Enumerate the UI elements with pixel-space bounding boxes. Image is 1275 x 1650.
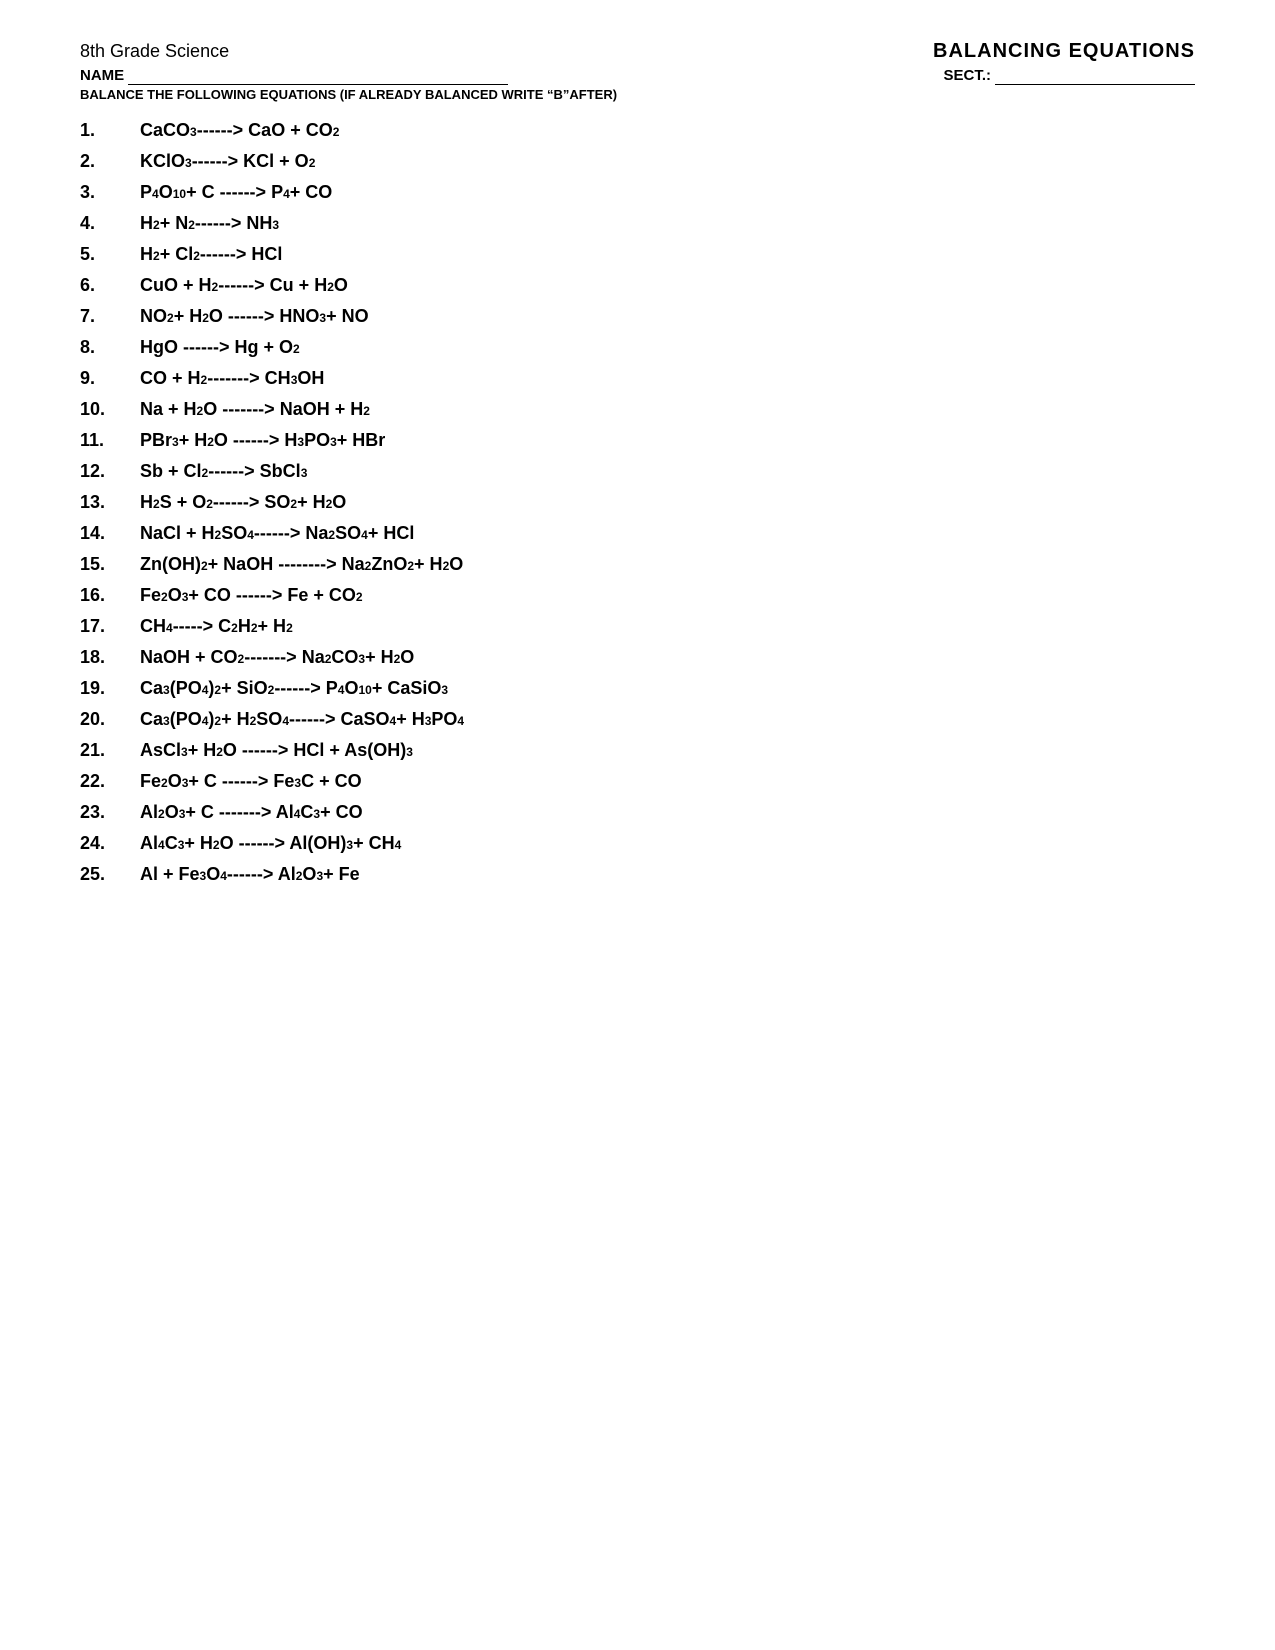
equation-content: AsCl3 + H2O ------> HCl + As(OH)3	[140, 740, 413, 761]
equations-list: 1.CaCO3 ------> CaO + CO22.KClO3 ------>…	[80, 120, 1195, 885]
equation-row: 10.Na + H2O -------> NaOH + H2	[80, 399, 1195, 420]
sect-field: SECT.:	[943, 67, 1195, 85]
equation-content: HgO ------> Hg + O2	[140, 337, 300, 358]
equation-row: 18.NaOH + CO2 -------> Na2CO3 + H2O	[80, 647, 1195, 668]
equation-content: Fe2O3 + C ------> Fe3C + CO	[140, 771, 362, 792]
equation-number: 17.	[80, 616, 140, 637]
equation-row: 4.H2 + N2 ------> NH3	[80, 213, 1195, 234]
equation-number: 18.	[80, 647, 140, 668]
equation-number: 10.	[80, 399, 140, 420]
equation-number: 2.	[80, 151, 140, 172]
equation-content: Al2O3 + C -------> Al4C3 + CO	[140, 802, 363, 823]
equation-content: Ca3(PO4)2 + H2SO4 ------> CaSO4 + H3PO4	[140, 709, 464, 730]
equation-row: 21.AsCl3 + H2O ------> HCl + As(OH)3	[80, 740, 1195, 761]
equation-row: 7.NO2 + H2O ------> HNO3 + NO	[80, 306, 1195, 327]
equation-content: Fe2O3 + CO ------> Fe + CO2	[140, 585, 363, 606]
equation-number: 5.	[80, 244, 140, 265]
equation-row: 2.KClO3 ------> KCl + O2	[80, 151, 1195, 172]
page-title: BALANCING EQUATIONS	[933, 40, 1195, 63]
equation-row: 23.Al2O3 + C -------> Al4C3 + CO	[80, 802, 1195, 823]
equation-row: 15.Zn(OH)2 + NaOH --------> Na2ZnO2 + H2…	[80, 554, 1195, 575]
equation-row: 5.H2 + Cl2 ------> HCl	[80, 244, 1195, 265]
equation-number: 7.	[80, 306, 140, 327]
equation-row: 11.PBr3 + H2O ------> H3PO3 + HBr	[80, 430, 1195, 451]
equation-row: 17.CH4 -----> C2H2 + H2	[80, 616, 1195, 637]
equation-row: 12.Sb + Cl2 ------> SbCl3	[80, 461, 1195, 482]
equation-number: 25.	[80, 864, 140, 885]
instructions-text: BALANCE THE FOLLOWING EQUATIONS (IF ALRE…	[80, 87, 1195, 102]
equation-number: 3.	[80, 182, 140, 203]
equation-content: CaCO3 ------> CaO + CO2	[140, 120, 339, 141]
equation-content: Zn(OH)2 + NaOH --------> Na2ZnO2 + H2O	[140, 554, 463, 575]
equation-number: 19.	[80, 678, 140, 699]
equation-row: 20.Ca3(PO4)2 + H2SO4 ------> CaSO4 + H3P…	[80, 709, 1195, 730]
equation-content: CuO + H2 ------> Cu + H2O	[140, 275, 348, 296]
name-underline	[128, 67, 508, 85]
equation-row: 25.Al + Fe3O4 ------> Al2O3 + Fe	[80, 864, 1195, 885]
equation-content: NaOH + CO2 -------> Na2CO3 + H2O	[140, 647, 414, 668]
equation-number: 20.	[80, 709, 140, 730]
equation-content: H2S + O2 ------> SO2 + H2O	[140, 492, 346, 513]
equation-row: 8.HgO ------> Hg + O2	[80, 337, 1195, 358]
equation-content: PBr3 + H2O ------> H3PO3 + HBr	[140, 430, 385, 451]
equation-row: 16.Fe2O3 + CO ------> Fe + CO2	[80, 585, 1195, 606]
equation-row: 14.NaCl + H2SO4 ------> Na2SO4 + HCl	[80, 523, 1195, 544]
equation-row: 9.CO + H2 -------> CH3OH	[80, 368, 1195, 389]
equation-row: 6.CuO + H2 ------> Cu + H2O	[80, 275, 1195, 296]
equation-number: 1.	[80, 120, 140, 141]
equation-content: Ca3(PO4)2 + SiO2 ------> P4O10 + CaSiO3	[140, 678, 448, 699]
equation-number: 9.	[80, 368, 140, 389]
page-header: 8th Grade Science BALANCING EQUATIONS	[80, 40, 1195, 63]
equation-row: 22.Fe2O3 + C ------> Fe3C + CO	[80, 771, 1195, 792]
equation-content: Sb + Cl2 ------> SbCl3	[140, 461, 307, 482]
equation-number: 16.	[80, 585, 140, 606]
name-field: NAME	[80, 67, 508, 85]
name-sect-row: NAME SECT.:	[80, 67, 1195, 85]
equation-content: H2 + N2 ------> NH3	[140, 213, 279, 234]
equation-number: 11.	[80, 430, 140, 451]
equation-number: 6.	[80, 275, 140, 296]
equation-content: NO2 + H2O ------> HNO3 + NO	[140, 306, 369, 327]
equation-number: 21.	[80, 740, 140, 761]
equation-content: Al4C3 + H2O ------> Al(OH)3 + CH4	[140, 833, 401, 854]
subject-label: 8th Grade Science	[80, 41, 229, 62]
sect-underline	[995, 67, 1195, 85]
name-label: NAME	[80, 67, 124, 84]
equation-content: P4O10 + C ------> P4 + CO	[140, 182, 332, 203]
equation-row: 19.Ca3(PO4)2 + SiO2 ------> P4O10 + CaSi…	[80, 678, 1195, 699]
equation-number: 8.	[80, 337, 140, 358]
equation-row: 3.P4O10 + C ------> P4 + CO	[80, 182, 1195, 203]
equation-number: 23.	[80, 802, 140, 823]
equation-content: Na + H2O -------> NaOH + H2	[140, 399, 370, 420]
equation-content: Al + Fe3O4 ------> Al2O3 + Fe	[140, 864, 360, 885]
equation-content: CO + H2 -------> CH3OH	[140, 368, 324, 389]
equation-content: KClO3 ------> KCl + O2	[140, 151, 315, 172]
equation-row: 13.H2S + O2 ------> SO2 + H2O	[80, 492, 1195, 513]
equation-number: 4.	[80, 213, 140, 234]
equation-row: 1.CaCO3 ------> CaO + CO2	[80, 120, 1195, 141]
equation-number: 14.	[80, 523, 140, 544]
equation-number: 12.	[80, 461, 140, 482]
equation-number: 22.	[80, 771, 140, 792]
equation-content: CH4 -----> C2H2 + H2	[140, 616, 293, 637]
sect-label: SECT.:	[943, 67, 991, 84]
equation-number: 24.	[80, 833, 140, 854]
equation-row: 24.Al4C3 + H2O ------> Al(OH)3 + CH4	[80, 833, 1195, 854]
equation-number: 15.	[80, 554, 140, 575]
equation-content: NaCl + H2SO4 ------> Na2SO4 + HCl	[140, 523, 414, 544]
equation-content: H2 + Cl2 ------> HCl	[140, 244, 282, 265]
equation-number: 13.	[80, 492, 140, 513]
